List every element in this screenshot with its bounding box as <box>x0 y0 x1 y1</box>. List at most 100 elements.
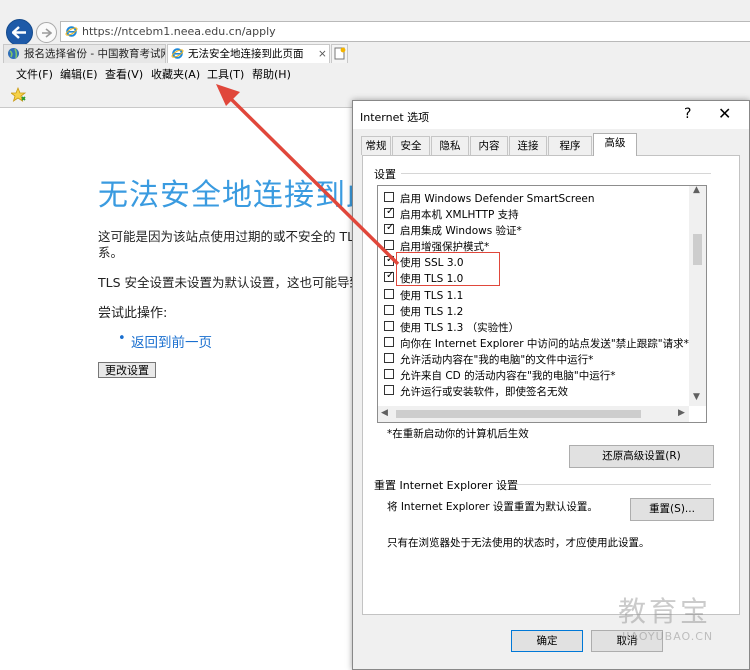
new-tab-icon <box>334 47 346 60</box>
change-settings-button[interactable]: 更改设置 <box>98 362 156 378</box>
scroll-right-icon[interactable]: ▶ <box>678 408 685 418</box>
tab-programs[interactable]: 程序 <box>548 136 592 155</box>
menu-tools[interactable]: 工具(T) <box>207 66 244 82</box>
tab-cannot-connect[interactable]: 无法安全地连接到此页面 × <box>167 44 330 63</box>
setting-label: 允许来自 CD 的活动内容在"我的电脑"中运行* <box>400 370 616 382</box>
error-title: 无法安全地连接到此 <box>98 178 377 213</box>
menu-help[interactable]: 帮助(H) <box>252 66 291 82</box>
setting-label: 允许运行或安装软件，即使签名无效 <box>400 386 568 398</box>
tab-general[interactable]: 常规 <box>361 136 391 155</box>
setting-label: 启用集成 Windows 验证* <box>400 225 522 237</box>
back-button[interactable] <box>6 19 33 46</box>
add-favorite-star-icon[interactable] <box>11 87 27 103</box>
new-tab-button[interactable] <box>331 44 348 63</box>
close-tab-icon[interactable]: × <box>318 45 327 63</box>
ie-logo-icon <box>65 26 78 37</box>
browser-chrome: https://ntcebm1.neea.edu.cn/apply 报名选择省份… <box>0 0 750 108</box>
watermark-text: 教育宝 <box>618 595 712 628</box>
globe-icon <box>8 48 19 59</box>
tab-bar: 报名选择省份 - 中国教育考试网 无法安全地连接到此页面 × <box>0 44 750 64</box>
checkbox[interactable] <box>384 240 394 250</box>
go-back-link[interactable]: 返回到前一页 <box>131 331 212 351</box>
ie-logo-icon <box>171 48 184 59</box>
vertical-scroll-thumb[interactable] <box>693 234 702 265</box>
tab-label: 无法安全地连接到此页面 <box>188 48 304 60</box>
checkbox[interactable] <box>384 192 394 202</box>
checkbox[interactable] <box>384 385 394 395</box>
setting-label: 使用 TLS 1.1 <box>400 290 464 302</box>
checkbox[interactable]: ✓ <box>384 270 395 282</box>
menu-view[interactable]: 查看(V) <box>105 66 143 82</box>
setting-active-content-cd[interactable]: 允许来自 CD 的活动内容在"我的电脑"中运行* <box>384 368 616 382</box>
scroll-left-icon[interactable]: ◀ <box>381 408 388 418</box>
checkmark-icon: ✓ <box>386 270 395 281</box>
reset-warning: 只有在浏览器处于无法使用的状态时，才应使用此设置。 <box>387 537 650 549</box>
tls-settings-notice: TLS 安全设置未设置为默认设置，这也可能导致 <box>98 275 363 290</box>
checkbox[interactable] <box>384 353 394 363</box>
checkbox[interactable] <box>384 305 394 315</box>
checkmark-icon: ✓ <box>386 206 395 217</box>
arrow-left-icon <box>12 26 26 39</box>
setting-smartscreen[interactable]: 启用 Windows Defender SmartScreen <box>384 191 595 205</box>
reset-description: 将 Internet Explorer 设置重置为默认设置。 <box>387 501 598 513</box>
menu-file[interactable]: 文件(F) <box>16 66 53 82</box>
arrow-right-icon <box>42 27 52 38</box>
vertical-scrollbar[interactable]: ▲ ▼ <box>689 185 706 406</box>
forward-button[interactable] <box>36 22 57 43</box>
restore-advanced-settings-button[interactable]: 还原高级设置(R) <box>569 445 714 468</box>
menu-bar: 文件(F) 编辑(E) 查看(V) 收藏夹(A) 工具(T) 帮助(H) <box>0 64 750 82</box>
menu-edit[interactable]: 编辑(E) <box>60 66 98 82</box>
setting-active-content-files[interactable]: 允许活动内容在"我的电脑"的文件中运行* <box>384 352 594 366</box>
setting-invalid-signature[interactable]: 允许运行或安装软件，即使签名无效 <box>384 384 568 398</box>
annotation-highlight-box <box>396 252 500 286</box>
watermark: 教育宝 JIAOYUBAO.CN <box>596 590 746 650</box>
checkbox[interactable]: ✓ <box>384 254 395 266</box>
dialog-titlebar: Internet 选项 ? ✕ <box>353 101 749 129</box>
error-description-line2: 系。 <box>98 245 124 260</box>
group-divider <box>401 173 711 174</box>
close-icon[interactable]: ✕ <box>718 104 731 123</box>
setting-tls-1-1[interactable]: 使用 TLS 1.1 <box>384 288 464 302</box>
setting-label: 启用 Windows Defender SmartScreen <box>400 193 595 205</box>
checkbox[interactable] <box>384 321 394 331</box>
error-description-line1: 这可能是因为该站点使用过期的或不安全的 TLS <box>98 229 363 244</box>
tab-privacy[interactable]: 隐私 <box>431 136 469 155</box>
tab-connections[interactable]: 连接 <box>509 136 547 155</box>
tab-content[interactable]: 内容 <box>470 136 508 155</box>
scroll-up-icon[interactable]: ▲ <box>693 185 700 195</box>
setting-native-xmlhttp[interactable]: ✓ 启用本机 XMLHTTP 支持 <box>384 206 519 221</box>
settings-group-label: 设置 <box>374 168 396 181</box>
reset-button[interactable]: 重置(S)... <box>630 498 714 521</box>
dialog-title: Internet 选项 <box>360 111 430 124</box>
restart-note: *在重新启动你的计算机后生效 <box>387 428 529 440</box>
scroll-down-icon[interactable]: ▼ <box>693 392 700 402</box>
setting-label: 允许活动内容在"我的电脑"的文件中运行* <box>400 354 594 366</box>
help-icon[interactable]: ? <box>684 106 691 122</box>
setting-tls-1-2[interactable]: 使用 TLS 1.2 <box>384 304 464 318</box>
setting-label: 使用 TLS 1.2 <box>400 306 464 318</box>
address-bar[interactable]: https://ntcebm1.neea.edu.cn/apply <box>60 21 750 42</box>
setting-label: 向你在 Internet Explorer 中访问的站点发送"禁止跟踪"请求* <box>400 338 689 350</box>
setting-tls-1-3[interactable]: 使用 TLS 1.3 （实验性） <box>384 320 520 334</box>
reset-group-label: 重置 Internet Explorer 设置 <box>374 479 518 492</box>
setting-do-not-track[interactable]: 向你在 Internet Explorer 中访问的站点发送"禁止跟踪"请求* <box>384 336 689 350</box>
internet-options-dialog: Internet 选项 ? ✕ 常规 安全 隐私 内容 连接 程序 高级 设置 … <box>352 100 750 670</box>
settings-list[interactable]: 启用 Windows Defender SmartScreen ✓ 启用本机 XM… <box>377 185 707 423</box>
setting-enhanced-protected-mode[interactable]: 启用增强保护模式* <box>384 239 489 253</box>
ok-button[interactable]: 确定 <box>511 630 583 652</box>
checkmark-icon: ✓ <box>386 254 395 265</box>
checkbox[interactable]: ✓ <box>384 206 395 218</box>
setting-windows-auth[interactable]: ✓ 启用集成 Windows 验证* <box>384 222 522 237</box>
group-divider <box>511 484 711 485</box>
horizontal-scroll-thumb[interactable] <box>396 410 641 418</box>
tab-advanced[interactable]: 高级 <box>593 133 637 156</box>
checkbox[interactable] <box>384 289 394 299</box>
menu-favorites[interactable]: 收藏夹(A) <box>151 66 200 82</box>
tab-province-select[interactable]: 报名选择省份 - 中国教育考试网 <box>3 44 166 63</box>
checkbox[interactable]: ✓ <box>384 222 394 234</box>
checkbox[interactable] <box>384 369 394 379</box>
tab-security[interactable]: 安全 <box>392 136 430 155</box>
checkbox[interactable] <box>384 337 394 347</box>
setting-label: 使用 TLS 1.3 （实验性） <box>400 322 520 334</box>
watermark-subtext: JIAOYUBAO.CN <box>622 630 714 643</box>
